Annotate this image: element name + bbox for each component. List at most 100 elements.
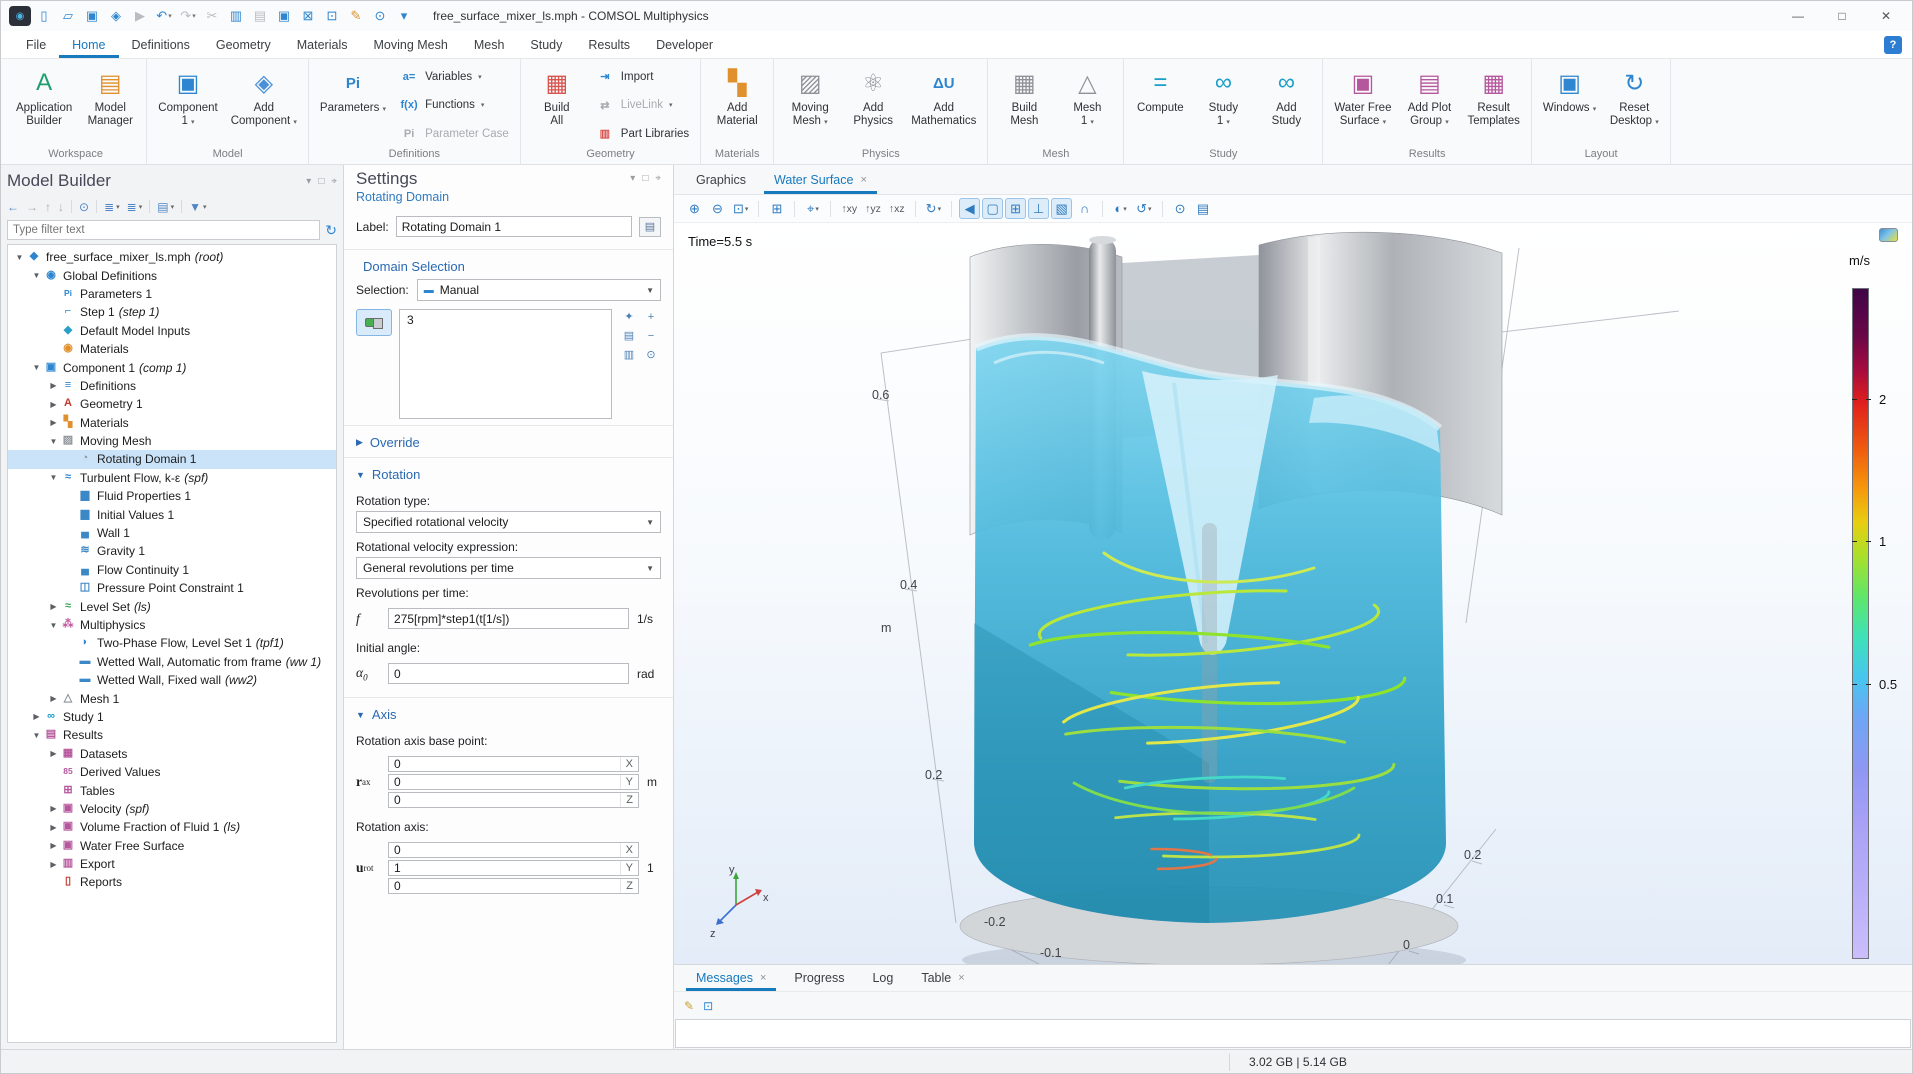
run-icon[interactable]: ▶	[129, 5, 151, 27]
tree-item[interactable]: ⊞Tables	[8, 781, 336, 799]
zoom-box-icon[interactable]: ⊡▾	[730, 198, 751, 219]
maximize-button[interactable]: □	[1820, 2, 1864, 30]
chevron-right-icon[interactable]: ▶	[48, 694, 59, 703]
tree-item[interactable]: ▶▦Datasets	[8, 745, 336, 763]
tree-item[interactable]: ▶▣Water Free Surface	[8, 837, 336, 855]
open-file-icon[interactable]: ▱	[57, 5, 79, 27]
select-and-hide-icon[interactable]: ∩	[1074, 198, 1095, 219]
tree-item[interactable]: ▄Flow Continuity 1	[8, 561, 336, 579]
tree-item[interactable]: ◔Rotating Domain 1	[8, 450, 336, 468]
tree-item[interactable]: ▼⁂Multiphysics	[8, 616, 336, 634]
paste-icon[interactable]: ▤	[249, 5, 271, 27]
columns-icon[interactable]: ▤▾	[157, 200, 174, 214]
paste-selection-icon[interactable]: ▤	[619, 328, 639, 343]
section-domain-selection[interactable]: Domain Selection	[344, 250, 673, 279]
model-manager-button[interactable]: ▤ModelManager	[79, 64, 141, 147]
comsol-logo-icon[interactable]: ◉	[9, 6, 31, 26]
undo-icon[interactable]: ↶▾	[153, 5, 175, 27]
new-file-icon[interactable]: ▯	[33, 5, 55, 27]
collapse-icon[interactable]: ≣▾	[127, 200, 143, 214]
study-1-button[interactable]: ∞Study1 ▾	[1192, 64, 1254, 147]
zoom-to-selection-icon[interactable]: ⊙	[641, 347, 661, 362]
build-mesh-button[interactable]: ▦BuildMesh	[993, 64, 1055, 147]
section-rotation[interactable]: ▼ Rotation	[344, 458, 673, 487]
tab-geometry[interactable]: Geometry	[203, 31, 284, 58]
expand-icon[interactable]: ≣▾	[104, 200, 120, 214]
base-point-x-input[interactable]: 0X	[388, 756, 639, 772]
chevron-down-icon[interactable]: ▼	[48, 621, 59, 630]
tree-item[interactable]: ▬Wetted Wall, Fixed wall(ww2)	[8, 671, 336, 689]
default-view-icon[interactable]: ⌖▾	[802, 198, 823, 219]
tree-item[interactable]: PiParameters 1	[8, 285, 336, 303]
tab-materials[interactable]: Materials	[284, 31, 361, 58]
messages-tab-log[interactable]: Log	[862, 965, 903, 991]
back-icon[interactable]: ←	[7, 200, 19, 214]
tree-item[interactable]: ▶≈Level Set(ls)	[8, 597, 336, 615]
show-material-color-icon[interactable]: ▧	[1051, 198, 1072, 219]
tab-study[interactable]: Study	[517, 31, 575, 58]
rotation-axis-y-input[interactable]: 1Y	[388, 860, 639, 876]
tree-item[interactable]: ▼▨Moving Mesh	[8, 432, 336, 450]
chevron-right-icon[interactable]: ▶	[48, 804, 59, 813]
save-as-icon[interactable]: ◈	[105, 5, 127, 27]
chevron-right-icon[interactable]: ▶	[48, 860, 59, 869]
add-physics-button[interactable]: ⚛AddPhysics	[842, 64, 904, 147]
tree-item[interactable]: ▶▣Velocity(spf)	[8, 800, 336, 818]
rotation-axis-z-input[interactable]: 0Z	[388, 878, 639, 894]
panel-float-icon[interactable]: □	[642, 173, 648, 184]
chevron-down-icon[interactable]: ▼	[48, 473, 59, 482]
application-builder-button[interactable]: AApplicationBuilder	[10, 64, 78, 147]
panel-pin-icon[interactable]: ⌖	[655, 173, 661, 184]
mesh-1-button[interactable]: △Mesh1 ▾	[1056, 64, 1118, 147]
show-grid-icon[interactable]: ⊞	[1005, 198, 1026, 219]
graphics-tab-water-surface[interactable]: Water Surface×	[764, 165, 877, 194]
rotation-type-dropdown[interactable]: Specified rotational velocity ▼	[356, 511, 661, 533]
help-button[interactable]: ?	[1884, 36, 1902, 54]
add-plot-group-button[interactable]: ▤Add PlotGroup ▾	[1398, 64, 1460, 147]
add-component-button[interactable]: ◈AddComponent ▾	[225, 64, 303, 147]
transparency-icon[interactable]: ▢	[982, 198, 1003, 219]
rotate-icon[interactable]: ↻▾	[923, 198, 944, 219]
tree-item[interactable]: ▶▚Materials	[8, 414, 336, 432]
label-options-button[interactable]: ▤	[639, 217, 661, 237]
tree-item[interactable]: ≋Gravity 1	[8, 542, 336, 560]
scene-settings-icon[interactable]: ↺▾	[1133, 198, 1154, 219]
tree-item[interactable]: ▼◉Global Definitions	[8, 266, 336, 284]
tree-item[interactable]: ▆Fluid Properties 1	[8, 487, 336, 505]
chevron-right-icon[interactable]: ▶	[48, 749, 59, 758]
base-point-z-input[interactable]: 0Z	[388, 792, 639, 808]
tree-item[interactable]: ◆Default Model Inputs	[8, 322, 336, 340]
tab-results[interactable]: Results	[575, 31, 643, 58]
tree-item[interactable]: ▄Wall 1	[8, 524, 336, 542]
selection-dropdown[interactable]: ▬ Manual ▼	[417, 279, 661, 301]
graphics-canvas[interactable]: Time=5.5 s m/s 210.5	[674, 223, 1912, 964]
tree-item[interactable]: ▶∞Study 1	[8, 708, 336, 726]
chevron-down-icon[interactable]: ▼	[14, 253, 25, 262]
tree-filter-input[interactable]	[7, 220, 320, 240]
clear-selection-icon[interactable]: ✎	[345, 5, 367, 27]
tree-item[interactable]: ▶▥Export	[8, 855, 336, 873]
close-icon[interactable]: ×	[760, 972, 766, 984]
water-free-surface-button[interactable]: ▣Water FreeSurface ▾	[1328, 64, 1397, 147]
component-1-button[interactable]: ▣Component1 ▾	[152, 64, 223, 147]
environment-icon[interactable]: ◐▾	[1110, 198, 1131, 219]
copy-selection-icon[interactable]: ▥	[619, 347, 639, 362]
livelink-button[interactable]: ⇄LiveLink▾	[595, 96, 689, 115]
chevron-right-icon[interactable]: ▶	[48, 400, 59, 409]
tab-developer[interactable]: Developer	[643, 31, 726, 58]
select-icon[interactable]: ⊡	[321, 5, 343, 27]
chevron-down-icon[interactable]: ▼	[48, 437, 59, 446]
chevron-down-icon[interactable]: ▼	[31, 271, 42, 280]
build-all-button[interactable]: ▦BuildAll	[526, 64, 588, 147]
delete-icon[interactable]: ⊠	[297, 5, 319, 27]
tab-moving-mesh[interactable]: Moving Mesh	[360, 31, 460, 58]
rotational-velocity-dropdown[interactable]: General revolutions per time ▼	[356, 557, 661, 579]
view-xz-icon[interactable]: ↑xz	[886, 198, 908, 219]
import-button[interactable]: ⇥Import	[595, 67, 689, 86]
base-point-y-input[interactable]: 0Y	[388, 774, 639, 790]
add-selection-icon[interactable]: +	[641, 309, 661, 324]
close-icon[interactable]: ×	[958, 972, 964, 984]
remove-selection-icon[interactable]: −	[641, 328, 661, 343]
tree-item[interactable]: ◫Pressure Point Constraint 1	[8, 579, 336, 597]
chevron-right-icon[interactable]: ▶	[48, 841, 59, 850]
